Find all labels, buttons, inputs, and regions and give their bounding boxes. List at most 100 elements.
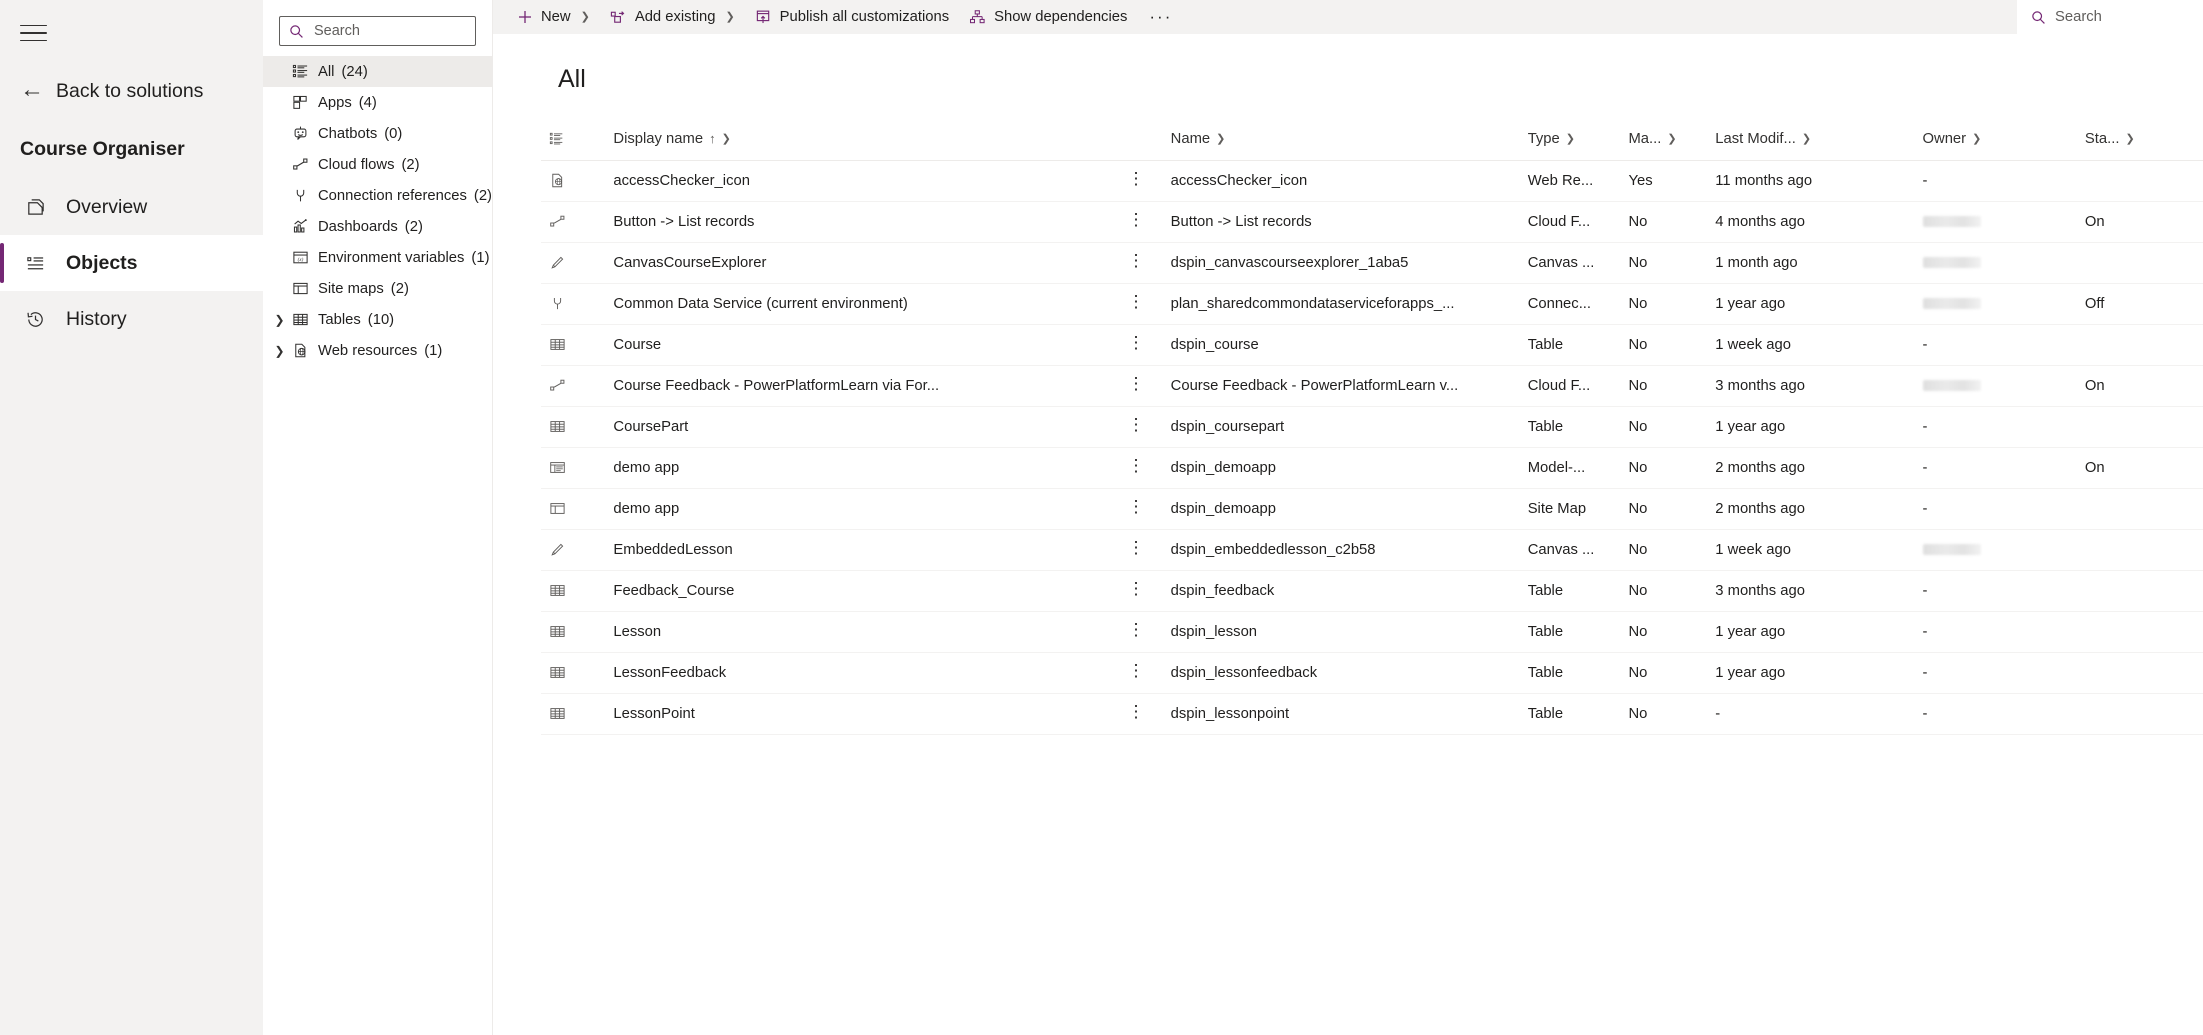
row-actions-menu-button[interactable]: ⋮ xyxy=(1109,570,1162,611)
search-box[interactable] xyxy=(279,16,476,46)
type-item-environment-variables[interactable]: (x) Environment variables (1) xyxy=(263,242,492,273)
cell-display-name[interactable]: demo app xyxy=(605,447,1109,488)
chevron-down-icon[interactable]: ❯ xyxy=(1802,132,1811,145)
cell-last-modified: 2 months ago xyxy=(1707,447,1914,488)
cell-display-name[interactable]: Course Feedback - PowerPlatformLearn via… xyxy=(605,365,1109,406)
cell-display-name[interactable]: Feedback_Course xyxy=(605,570,1109,611)
cell-display-name[interactable]: Course xyxy=(605,324,1109,365)
cell-managed: Yes xyxy=(1620,160,1707,201)
type-item-connection-references[interactable]: Connection references (2) xyxy=(263,180,492,211)
chevron-right-icon[interactable]: ❯ xyxy=(271,344,288,358)
table-row[interactable]: Button -> List records⋮Button -> List re… xyxy=(541,201,2203,242)
show-dependencies-button[interactable]: Show dependencies xyxy=(959,0,1137,34)
cell-display-name[interactable]: LessonPoint xyxy=(605,693,1109,734)
type-item-all[interactable]: All (24) xyxy=(263,56,492,87)
row-actions-menu-button[interactable]: ⋮ xyxy=(1109,693,1162,734)
chevron-down-icon[interactable]: ❯ xyxy=(2125,132,2134,145)
type-item-site-maps[interactable]: Site maps (2) xyxy=(263,273,492,304)
cell-display-name[interactable]: CoursePart xyxy=(605,406,1109,447)
table-row[interactable]: accessChecker_icon⋮accessChecker_iconWeb… xyxy=(541,160,2203,201)
row-actions-menu-button[interactable]: ⋮ xyxy=(1109,201,1162,242)
row-actions-menu-button[interactable]: ⋮ xyxy=(1109,529,1162,570)
column-header-status[interactable]: Sta... ❯ xyxy=(2077,118,2203,160)
column-header-icon[interactable] xyxy=(541,118,605,160)
sidebar-item-history[interactable]: History xyxy=(0,291,263,347)
table-row[interactable]: demo app⋮dspin_demoappSite MapNo2 months… xyxy=(541,488,2203,529)
chevron-down-icon[interactable]: ❯ xyxy=(1972,132,1981,145)
column-header-type[interactable]: Type ❯ xyxy=(1520,118,1621,160)
cell-display-name[interactable]: EmbeddedLesson xyxy=(605,529,1109,570)
chevron-down-icon[interactable]: ❯ xyxy=(1216,132,1225,145)
chevron-down-icon[interactable]: ❯ xyxy=(725,10,734,23)
type-item-chatbots[interactable]: Chatbots (0) xyxy=(263,118,492,149)
table-row[interactable]: Lesson⋮dspin_lessonTableNo1 year ago- xyxy=(541,611,2203,652)
row-actions-menu-button[interactable]: ⋮ xyxy=(1109,160,1162,201)
vertical-ellipsis-icon: ⋮ xyxy=(1128,624,1145,636)
table-icon xyxy=(288,311,313,328)
cell-status xyxy=(2077,652,2203,693)
chevron-down-icon[interactable]: ❯ xyxy=(722,132,731,145)
row-actions-menu-button[interactable]: ⋮ xyxy=(1109,406,1162,447)
row-actions-menu-button[interactable]: ⋮ xyxy=(1109,447,1162,488)
chevron-down-icon[interactable]: ❯ xyxy=(1566,132,1575,145)
add-existing-button[interactable]: Add existing ❯ xyxy=(600,0,745,34)
chevron-right-icon[interactable]: ❯ xyxy=(271,313,288,327)
table-row[interactable]: Course Feedback - PowerPlatformLearn via… xyxy=(541,365,2203,406)
show-dependencies-label: Show dependencies xyxy=(994,9,1127,25)
table-row[interactable]: CoursePart⋮dspin_coursepartTableNo1 year… xyxy=(541,406,2203,447)
column-header-owner[interactable]: Owner ❯ xyxy=(1915,118,2077,160)
column-header-last-modified[interactable]: Last Modif... ❯ xyxy=(1707,118,1914,160)
row-actions-menu-button[interactable]: ⋮ xyxy=(1109,652,1162,693)
cell-type: Cloud F... xyxy=(1520,365,1621,406)
dependencies-icon xyxy=(969,9,986,25)
column-header-name[interactable]: Name ❯ xyxy=(1163,118,1520,160)
cell-owner xyxy=(1915,365,2077,406)
column-header-managed[interactable]: Ma... ❯ xyxy=(1620,118,1707,160)
table-row[interactable]: CanvasCourseExplorer⋮dspin_canvascoursee… xyxy=(541,242,2203,283)
row-actions-menu-button[interactable]: ⋮ xyxy=(1109,365,1162,406)
search-input[interactable] xyxy=(314,23,466,39)
cell-display-name[interactable]: LessonFeedback xyxy=(605,652,1109,693)
cell-display-name[interactable]: Common Data Service (current environment… xyxy=(605,283,1109,324)
new-button[interactable]: New ❯ xyxy=(507,0,600,34)
type-item-dashboards[interactable]: Dashboards (2) xyxy=(263,211,492,242)
type-item-count: (2) xyxy=(391,281,409,297)
type-item-cloud-flows[interactable]: Cloud flows (2) xyxy=(263,149,492,180)
redacted-owner xyxy=(1923,257,1981,268)
table-row[interactable]: Course⋮dspin_courseTableNo1 week ago- xyxy=(541,324,2203,365)
type-item-count: (2) xyxy=(474,188,492,204)
column-header-display-name[interactable]: Display name ↑ ❯ xyxy=(605,118,1109,160)
hamburger-menu-button[interactable] xyxy=(8,10,58,56)
chevron-down-icon[interactable]: ❯ xyxy=(1667,132,1676,145)
cell-name: dspin_lessonpoint xyxy=(1163,693,1520,734)
right-search-box[interactable]: Search xyxy=(2017,0,2203,34)
type-item-label: Web resources xyxy=(318,343,417,359)
row-actions-menu-button[interactable]: ⋮ xyxy=(1109,324,1162,365)
cell-display-name[interactable]: Button -> List records xyxy=(605,201,1109,242)
publish-all-customizations-button[interactable]: Publish all customizations xyxy=(745,0,959,34)
cell-last-modified: 2 months ago xyxy=(1707,488,1914,529)
table-row[interactable]: LessonPoint⋮dspin_lessonpointTableNo-- xyxy=(541,693,2203,734)
row-actions-menu-button[interactable]: ⋮ xyxy=(1109,283,1162,324)
table-row[interactable]: demo app⋮dspin_demoappModel-...No2 month… xyxy=(541,447,2203,488)
row-actions-menu-button[interactable]: ⋮ xyxy=(1109,611,1162,652)
row-actions-menu-button[interactable]: ⋮ xyxy=(1109,242,1162,283)
type-item-apps[interactable]: Apps (4) xyxy=(263,87,492,118)
sidebar-item-overview[interactable]: Overview xyxy=(0,179,263,235)
sidebar-item-objects[interactable]: Objects xyxy=(0,235,263,291)
back-to-solutions-button[interactable]: ← Back to solutions xyxy=(0,68,263,114)
cell-display-name[interactable]: Lesson xyxy=(605,611,1109,652)
table-row[interactable]: LessonFeedback⋮dspin_lessonfeedbackTable… xyxy=(541,652,2203,693)
type-item-tables[interactable]: ❯ Tables (10) xyxy=(263,304,492,335)
type-item-web-resources[interactable]: ❯ Web resources (1) xyxy=(263,335,492,366)
table-row[interactable]: EmbeddedLesson⋮dspin_embeddedlesson_c2b5… xyxy=(541,529,2203,570)
cell-display-name[interactable]: accessChecker_icon xyxy=(605,160,1109,201)
chevron-down-icon[interactable]: ❯ xyxy=(581,10,590,23)
overflow-menu-button[interactable]: ··· xyxy=(1137,8,1184,25)
table-row[interactable]: Feedback_Course⋮dspin_feedbackTableNo3 m… xyxy=(541,570,2203,611)
cell-display-name[interactable]: CanvasCourseExplorer xyxy=(605,242,1109,283)
cell-managed: No xyxy=(1620,406,1707,447)
cell-display-name[interactable]: demo app xyxy=(605,488,1109,529)
row-actions-menu-button[interactable]: ⋮ xyxy=(1109,488,1162,529)
table-row[interactable]: Common Data Service (current environment… xyxy=(541,283,2203,324)
